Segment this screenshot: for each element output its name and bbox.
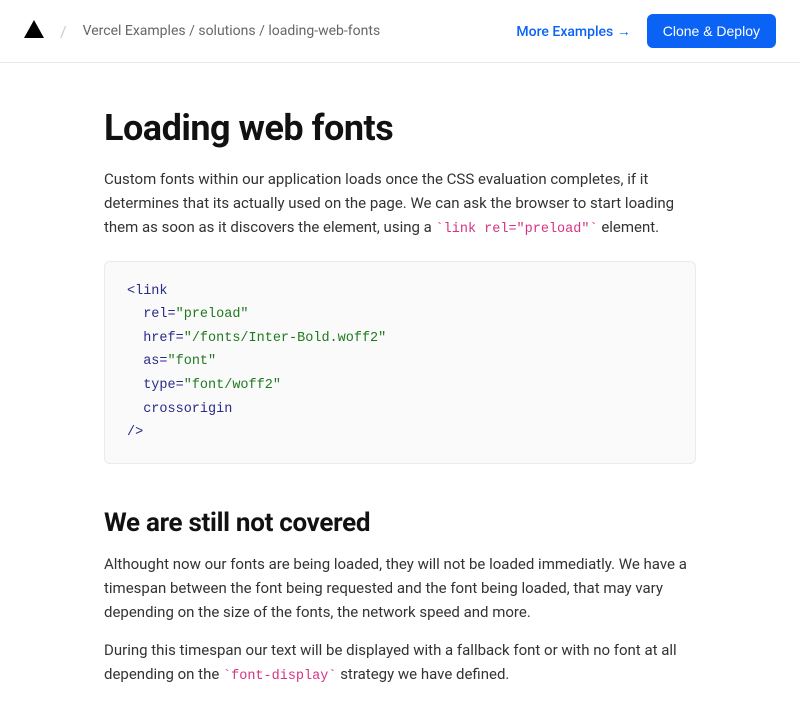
breadcrumb: Vercel Examples / solutions / loading-we… (83, 23, 381, 39)
header-left: / Vercel Examples / solutions / loading-… (24, 20, 380, 42)
code-block: <link rel="preload" href="/fonts/Inter-B… (104, 261, 696, 464)
section-heading: We are still not covered (104, 508, 696, 538)
header: / Vercel Examples / solutions / loading-… (0, 0, 800, 63)
breadcrumb-page[interactable]: loading-web-fonts (268, 23, 380, 39)
intro-text-after: element. (601, 218, 659, 236)
page-title: Loading web fonts (104, 107, 696, 149)
slash-divider: / (60, 22, 67, 41)
header-right: More Examples → Clone & Deploy (516, 14, 776, 48)
paragraph-3: During this timespan our text will be di… (104, 638, 696, 688)
inline-code-font-display: font-display (223, 669, 336, 684)
p3-text-after: strategy we have defined. (340, 665, 509, 683)
breadcrumb-section[interactable]: solutions (198, 23, 255, 39)
more-examples-link[interactable]: More Examples → (516, 23, 630, 40)
vercel-logo-icon[interactable] (24, 20, 44, 42)
main-content: Loading web fonts Custom fonts within ou… (80, 63, 720, 724)
intro-paragraph: Custom fonts within our application load… (104, 167, 696, 241)
breadcrumb-root[interactable]: Vercel Examples (83, 23, 186, 39)
inline-code-preload: link rel="preload" (436, 222, 598, 237)
clone-deploy-button[interactable]: Clone & Deploy (647, 14, 776, 48)
paragraph-2: Althought now our fonts are being loaded… (104, 552, 696, 624)
